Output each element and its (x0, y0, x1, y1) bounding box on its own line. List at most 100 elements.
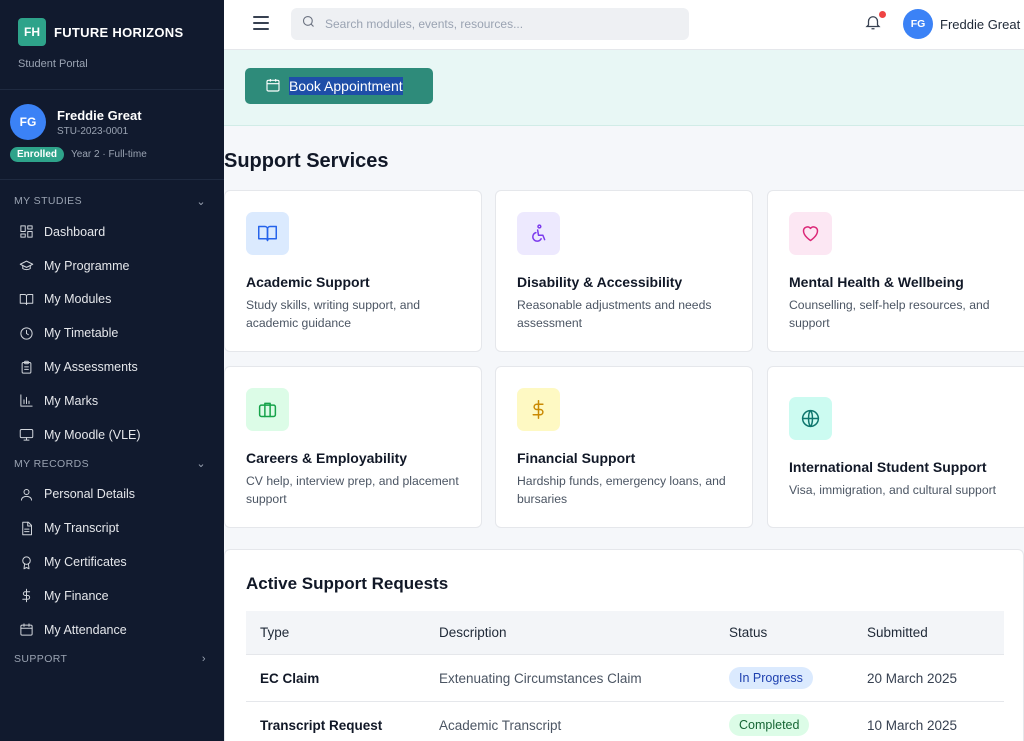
user-menu[interactable]: FG Freddie Great (903, 9, 1020, 39)
chevron-down-icon: ⌄ (196, 458, 206, 471)
card-description: Visa, immigration, and cultural support (789, 483, 997, 497)
card-title: Disability & Accessibility (517, 274, 683, 290)
sidebar-item-dashboard[interactable]: Dashboard (0, 215, 224, 249)
status-badge: Enrolled (10, 147, 65, 162)
sidebar-item-my-moodle[interactable]: My Moodle (VLE) (0, 418, 224, 452)
search-bar[interactable] (291, 8, 689, 40)
status-badge: Completed (729, 714, 810, 736)
sidebar-item-label: My Programme (44, 258, 130, 273)
sidebar-item-label: My Finance (44, 588, 109, 603)
table-row[interactable]: Transcript Request Academic Transcript C… (246, 702, 1004, 741)
brand-logo[interactable]: FH (18, 18, 46, 46)
section-support[interactable]: SUPPORT › (0, 647, 224, 671)
sidebar-item-label: Dashboard (44, 224, 106, 239)
section-my-studies[interactable]: MY STUDIES ⌄ (0, 189, 224, 213)
card-description: Hardship funds, emergency loans, and bur… (517, 474, 726, 506)
table-row[interactable]: EC Claim Extenuating Circumstances Claim… (246, 655, 1004, 702)
button-label: Book Appointment (289, 77, 403, 95)
sidebar: FH FUTURE HORIZONS Student Portal FG Fre… (0, 0, 224, 741)
table-header: Type Description Status Submitted (246, 611, 1004, 655)
sidebar-item-my-transcript[interactable]: My Transcript (0, 511, 224, 545)
sidebar-item-label: My Transcript (44, 521, 120, 536)
card-title: International Student Support (789, 459, 987, 475)
bar-chart-icon (18, 393, 34, 409)
service-card-disability[interactable]: Disability & Accessibility Reasonable ad… (495, 190, 753, 352)
calendar-icon (18, 622, 34, 638)
section-my-records[interactable]: MY RECORDS ⌄ (0, 452, 224, 476)
sidebar-item-label: My Moodle (VLE) (44, 427, 141, 442)
card-title: Mental Health & Wellbeing (789, 274, 964, 290)
request-type: Transcript Request (260, 717, 383, 733)
sidebar-item-label: My Assessments (44, 360, 138, 375)
profile-meta: Year 2 · Full-time (71, 149, 147, 160)
sidebar-item-personal-details[interactable]: Personal Details (0, 478, 224, 512)
notification-bell-icon[interactable] (864, 11, 886, 33)
monitor-icon (18, 427, 34, 443)
card-description: Reasonable adjustments and needs assessm… (517, 298, 712, 330)
search-input[interactable] (325, 17, 665, 31)
banner: Book Appointment (224, 50, 1024, 126)
request-description: Academic Transcript (439, 717, 562, 733)
card-title: Academic Support (246, 274, 370, 290)
clipboard-icon (18, 359, 34, 375)
user-icon (18, 486, 34, 502)
clock-icon (18, 325, 34, 341)
column-header: Description (439, 625, 507, 640)
sidebar-item-label: My Timetable (44, 326, 119, 341)
search-icon (301, 14, 316, 34)
request-date: 20 March 2025 (867, 670, 958, 686)
brand-name[interactable]: FUTURE HORIZONS (54, 25, 183, 40)
chevron-down-icon: ⌄ (196, 195, 206, 208)
dashboard-icon (18, 224, 34, 240)
avatar: FG (903, 9, 933, 39)
sidebar-item-label: My Certificates (44, 555, 127, 570)
section-title: SUPPORT (14, 652, 68, 665)
section-title: Active Support Requests (246, 574, 449, 593)
status-badge: In Progress (729, 667, 813, 689)
brand-subtitle: Student Portal (18, 58, 88, 70)
sidebar-item-my-finance[interactable]: My Finance (0, 579, 224, 613)
sidebar-item-my-marks[interactable]: My Marks (0, 384, 224, 418)
calendar-icon (265, 77, 281, 96)
request-description: Extenuating Circumstances Claim (439, 670, 642, 686)
student-id: STU-2023-0001 (57, 125, 129, 137)
book-open-icon (246, 212, 289, 255)
dollar-icon (18, 588, 34, 604)
sidebar-item-my-programme[interactable]: My Programme (0, 249, 224, 283)
service-card-financial[interactable]: Financial Support Hardship funds, emerge… (495, 366, 753, 528)
column-header: Submitted (867, 625, 928, 640)
award-icon (18, 554, 34, 570)
sidebar-item-label: My Modules (44, 292, 112, 307)
book-appointment-button[interactable]: Book Appointment (245, 68, 433, 104)
brand: FH FUTURE HORIZONS Student Portal (0, 0, 224, 90)
service-card-mental-health[interactable]: Mental Health & Wellbeing Counselling, s… (767, 190, 1024, 352)
service-card-academic-support[interactable]: Academic Support Study skills, writing s… (224, 190, 482, 352)
sidebar-item-my-assessments[interactable]: My Assessments (0, 350, 224, 384)
globe-icon (789, 397, 832, 440)
menu-icon[interactable] (253, 16, 269, 30)
sidebar-item-my-attendance[interactable]: My Attendance (0, 613, 224, 647)
card-description: Study skills, writing support, and acade… (246, 298, 421, 330)
card-description: CV help, interview prep, and placement s… (246, 474, 459, 506)
chevron-right-icon: › (201, 652, 206, 665)
book-icon (18, 291, 34, 307)
service-card-international[interactable]: International Student Support Visa, immi… (767, 366, 1024, 528)
active-support-requests: Active Support Requests Type Description… (224, 549, 1024, 741)
graduation-cap-icon (18, 258, 34, 274)
user-name: Freddie Great (940, 16, 1021, 32)
sidebar-item-my-timetable[interactable]: My Timetable (0, 316, 224, 350)
section-title: MY STUDIES (14, 195, 82, 207)
notification-dot (879, 11, 886, 18)
profile-name: Freddie Great (57, 107, 142, 123)
heart-icon (789, 212, 832, 255)
briefcase-icon (246, 388, 289, 431)
request-type: EC Claim (260, 670, 320, 686)
card-title: Financial Support (517, 450, 636, 466)
sidebar-item-my-modules[interactable]: My Modules (0, 283, 224, 317)
document-icon (18, 520, 34, 536)
column-header: Status (729, 625, 768, 640)
card-description: Counselling, self-help resources, and su… (789, 298, 990, 330)
sidebar-item-my-certificates[interactable]: My Certificates (0, 545, 224, 579)
sidebar-item-label: My Attendance (44, 622, 127, 637)
service-card-careers[interactable]: Careers & Employability CV help, intervi… (224, 366, 482, 528)
